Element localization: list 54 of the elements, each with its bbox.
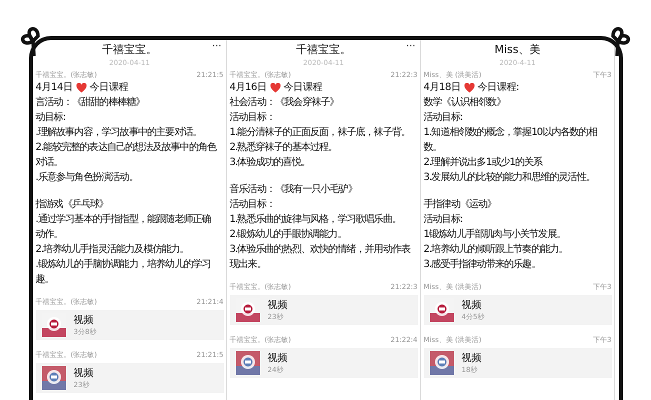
message-line: 3.发展幼儿的比较的能力和思维的灵活性。 [424,170,596,185]
message-line: 2.培养幼儿的倾听跟上节奏的能力。 [424,242,569,257]
message-line: 活动目标： [230,198,276,212]
message-line: 数学《认识相邻数》 [424,96,506,110]
lesson-date: 4月14日 [36,81,73,95]
lesson-title: 今日课程 [90,81,128,95]
message-line: .锻炼幼儿的手脑协调能力，培养幼儿的学习 [36,258,212,272]
message-line: 社会活动：《我会穿袜子》 [230,96,340,110]
message-line: 手指律动《运动》 [424,198,498,212]
lesson-date: 4月18日 [424,81,461,95]
message-line: 2.培养幼儿手指灵活能力及模仿能力。 [36,242,190,257]
message-line: 活动目标： [230,110,276,125]
message-line: 现出来。 [230,258,267,272]
message-line: 3.感受手指律动带来的乐趣。 [424,258,542,272]
message-line: 音乐活动：《我有一只小毛驴》 [230,182,358,197]
message-line: 活动目标: [424,212,464,227]
video-label: 视频 [74,366,94,380]
more-button[interactable]: ··· [212,41,222,52]
message-line: 活动目标: [424,110,464,125]
message-line: 动目标: [36,110,66,125]
message-line: 对话。 [36,156,64,170]
message-line: 2.能较完整的表达自己的想法及故事中的角色 [36,140,218,155]
message-line: 趣。 [36,272,55,287]
lesson-date: 4月16日 [230,81,267,95]
heart-icon [76,82,87,92]
message-line: 1.知道相邻数的概念，掌握10以内各数的相 [424,126,598,140]
lesson-title: 今日课程 [284,81,322,95]
message-line: 2.熟悉穿袜子的基本过程。 [230,140,338,155]
lesson-title: 今日课程: [478,81,519,95]
message-line: 2.锻炼幼儿的手眼协调能力。 [230,228,348,242]
message-line: 2.理解并说出多1或少1的关系 [424,156,544,170]
message-line: .乐意参与角色扮演活动。 [36,170,139,185]
message-line: 1锻炼幼儿手部肌肉与小关节发展。 [424,228,566,242]
message-line: 3.体验成功的喜悦。 [230,156,312,170]
message-line: 指游戏《乒乓球》 [36,198,110,212]
message-line: 数。 [424,141,443,155]
message-line: 言活动：《甜甜的棒棒糖》 [36,96,146,110]
message-line: .理解故事内容，学习故事中的主要对话。 [36,126,203,140]
video-label: 视频 [268,352,288,364]
video-label: 视频 [268,298,288,312]
chat-title: Miss、美 [494,42,540,56]
message-line: 动作。 [36,228,64,242]
more-button[interactable]: ··· [406,41,416,52]
message-line: 1.能分清袜子的正面反面，袜子底，袜子背。 [230,126,412,140]
heart-icon [464,82,475,92]
message-line: .通过学习基本的手指指型，能跟随老师正确 [36,212,212,227]
video-label: 视频 [462,352,482,364]
chat-title: 千禧宝宝。 [296,42,351,56]
message-line: 3.体验乐曲的热烈、欢快的情绪，并用动作表 [230,242,412,257]
video-label: 视频 [74,314,94,326]
heart-icon [270,82,281,92]
message-line: 1.熟悉乐曲的旋律与风格，学习歌唱乐曲。 [230,212,402,227]
chat-title: 千禧宝宝。 [102,42,157,56]
video-label: 视频 [462,298,482,312]
